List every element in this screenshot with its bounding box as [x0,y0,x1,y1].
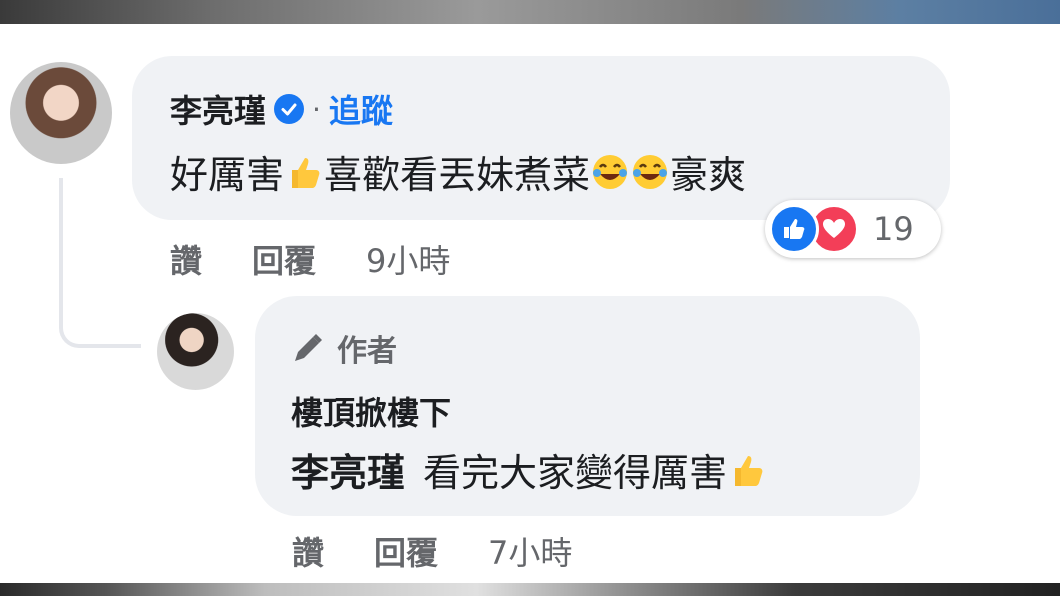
comment-timestamp[interactable]: 9小時 [366,236,450,282]
comment-text-part: 好厲害 [170,153,285,197]
reply-author-avatar[interactable] [157,313,234,390]
like-button[interactable]: 讚 [292,528,324,574]
comment-text-part: 喜歡看丟妹煮菜 [324,153,591,197]
laughing-tears-emoji-icon [633,154,668,189]
comment-text: 好厲害 喜歡看丟妹煮菜 豪爽 [170,144,746,199]
laughing-tears-emoji-icon [593,154,628,189]
reaction-count: 19 [873,210,914,248]
verified-badge-icon [274,94,305,124]
thread-connector [59,178,141,348]
reply-timestamp[interactable]: 7小時 [488,528,572,574]
reply-text: 李亮瑾 看完大家變得厲害 [291,442,767,497]
bottom-image-strip [0,583,1060,596]
reply-text-body: 看完大家變得厲害 [423,451,728,495]
pen-icon [295,334,322,361]
reply-bubble: 作者 樓頂掀樓下 李亮瑾 看完大家變得厲害 [255,296,920,516]
comment-actions: 讚 回覆 9小時 [170,236,450,282]
follow-link[interactable]: 追蹤 [329,86,393,132]
commenter-avatar[interactable] [10,62,112,164]
comment-text-part: 豪爽 [670,153,747,197]
mention-link[interactable]: 李亮瑾 [291,442,405,497]
author-badge-label: 作者 [337,334,397,369]
reply-button[interactable]: 回覆 [252,236,316,282]
top-image-strip [0,0,1060,24]
commenter-name[interactable]: 李亮瑾 [170,86,266,132]
like-reaction-icon [769,204,819,254]
reply-author-name[interactable]: 樓頂掀樓下 [291,388,451,434]
thumbs-up-emoji-icon [735,455,763,486]
author-badge: 作者 [291,326,397,370]
separator-dot: · [312,92,321,126]
reaction-summary[interactable]: 19 [765,200,941,258]
comment-bubble: 李亮瑾 · 追蹤 好厲害 喜歡看丟妹煮菜 豪爽 [132,56,950,220]
reply-button[interactable]: 回覆 [374,528,438,574]
reply-actions: 讚 回覆 7小時 [292,528,572,574]
thumbs-up-emoji-icon [292,157,320,188]
like-button[interactable]: 讚 [170,236,202,282]
comment-header: 李亮瑾 · 追蹤 [170,86,393,132]
